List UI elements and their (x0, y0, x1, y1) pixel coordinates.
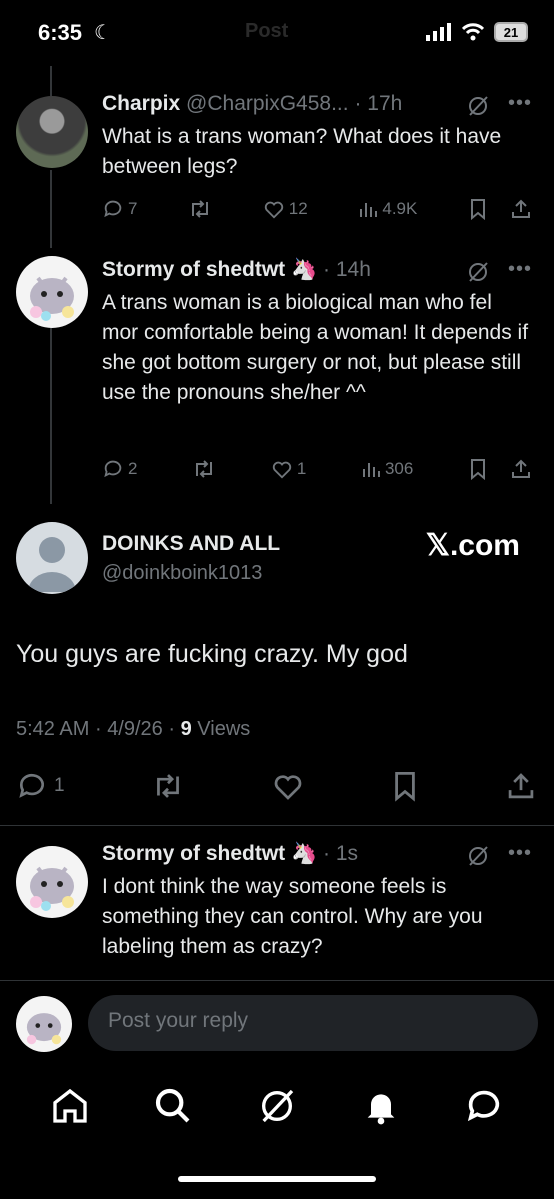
post-text: You guys are fucking crazy. My god (16, 640, 408, 668)
heart-icon (264, 201, 283, 219)
heart-icon[interactable] (272, 770, 304, 802)
reply-icon (19, 773, 44, 798)
avatar[interactable] (16, 522, 88, 594)
handle[interactable]: @doinkboink1013 (102, 562, 262, 585)
like-count: 1 (296, 459, 307, 478)
tweet-actions: 7 12 4.9K (102, 198, 532, 220)
repost-button[interactable] (192, 458, 216, 480)
reply-icon (104, 200, 122, 218)
like-button[interactable]: 1 (271, 458, 306, 480)
tweet-text: A trans woman is a biological man who fe… (102, 291, 529, 404)
timestamp[interactable]: 17h (367, 92, 402, 115)
share-icon[interactable] (510, 198, 532, 220)
tweet-actions: 2 1 306 (102, 458, 532, 480)
thread-line (50, 66, 52, 96)
post-date: 4/9/26 (107, 718, 163, 740)
tweet-header: Stormy of shedtwt 🦄 · 14h (102, 258, 371, 281)
display-name[interactable]: Charpix (102, 92, 180, 115)
avatar[interactable] (16, 996, 72, 1052)
post-actions: 1 (16, 770, 536, 802)
home-indicator[interactable] (178, 1176, 376, 1182)
repost-button[interactable] (188, 198, 212, 220)
views-label[interactable]: Views (197, 718, 250, 740)
bottom-nav (0, 1086, 554, 1126)
reply-button[interactable]: 2 (102, 458, 137, 480)
views-button[interactable]: 4.9K (358, 199, 417, 219)
views-button[interactable]: 306 (361, 459, 413, 479)
tweet-header: Charpix @CharpixG458... · 17h (102, 92, 403, 115)
focus-moon-icon: ☾ (94, 22, 112, 44)
bookmark-icon[interactable] (391, 770, 419, 802)
reply-icon (104, 460, 122, 478)
views-count: 4.9K (382, 199, 418, 218)
home-icon[interactable] (50, 1086, 90, 1126)
reply-count: 7 (128, 199, 138, 218)
tweet-text: I dont think the way someone feels is so… (102, 875, 483, 958)
heart-icon (272, 461, 291, 479)
more-options-icon[interactable]: ••• (508, 258, 532, 281)
timestamp[interactable]: 1s (336, 842, 358, 865)
battery-indicator: 21 (494, 22, 528, 42)
post-meta: 5:42 AM · 4/9/26 · 9 Views (16, 718, 251, 740)
views-count: 306 (384, 459, 414, 478)
avatar[interactable] (16, 96, 88, 168)
grok-icon[interactable] (466, 94, 490, 118)
like-count: 12 (288, 199, 308, 218)
default-avatar-icon (28, 537, 76, 592)
reply-count: 2 (128, 459, 138, 478)
status-indicators: 21 (426, 22, 528, 42)
views-count: 9 (180, 718, 192, 740)
views-icon (362, 463, 380, 477)
reply-input[interactable]: Post your reply (88, 995, 538, 1051)
wifi-icon (462, 23, 484, 41)
divider (0, 825, 554, 826)
signal-icon (426, 23, 451, 41)
repost-icon[interactable] (151, 771, 185, 801)
avatar[interactable] (16, 846, 88, 918)
repost-icon (192, 200, 209, 218)
share-icon[interactable] (506, 771, 536, 801)
search-icon[interactable] (153, 1086, 193, 1126)
avatar[interactable] (16, 256, 88, 328)
page-title-ghost: Post (245, 20, 289, 42)
timestamp[interactable]: 14h (336, 258, 371, 281)
cat-avatar-icon (30, 866, 74, 911)
grok-icon[interactable] (257, 1086, 297, 1126)
more-options-icon[interactable]: ••• (508, 92, 532, 115)
cat-avatar-icon (30, 276, 74, 321)
bookmark-icon[interactable] (468, 458, 488, 480)
bookmark-icon[interactable] (468, 198, 488, 220)
reply-button[interactable]: 1 (16, 770, 65, 802)
reply-count: 1 (54, 775, 65, 796)
divider (0, 980, 554, 981)
grok-icon[interactable] (466, 260, 490, 284)
views-icon (360, 203, 378, 217)
share-icon[interactable] (510, 458, 532, 480)
unicorn-emoji: 🦄 (291, 258, 318, 281)
status-time: 6:35 (38, 20, 83, 45)
tweet-text: What is a trans woman? What does it have… (102, 125, 502, 178)
cat-avatar-icon (26, 1013, 62, 1045)
grok-icon[interactable] (466, 844, 490, 868)
display-name[interactable]: Stormy of shedtwt (102, 258, 285, 281)
watermark-brand: 𝕏.com (425, 529, 520, 562)
like-button[interactable]: 12 (263, 198, 308, 220)
thread-line (50, 324, 52, 504)
messages-icon[interactable] (464, 1086, 504, 1126)
unicorn-emoji: 🦄 (291, 842, 318, 865)
tweet-header: Stormy of shedtwt 🦄 · 1s (102, 842, 359, 865)
post-time: 5:42 AM (16, 718, 90, 740)
handle[interactable]: @CharpixG458... (186, 92, 349, 115)
notifications-icon[interactable] (361, 1086, 401, 1126)
display-name[interactable]: Stormy of shedtwt (102, 842, 285, 865)
display-name[interactable]: DOINKS AND ALL (102, 532, 280, 556)
reply-button[interactable]: 7 (102, 198, 137, 220)
repost-icon (196, 460, 213, 478)
thread-line (50, 170, 52, 248)
more-options-icon[interactable]: ••• (508, 842, 532, 865)
